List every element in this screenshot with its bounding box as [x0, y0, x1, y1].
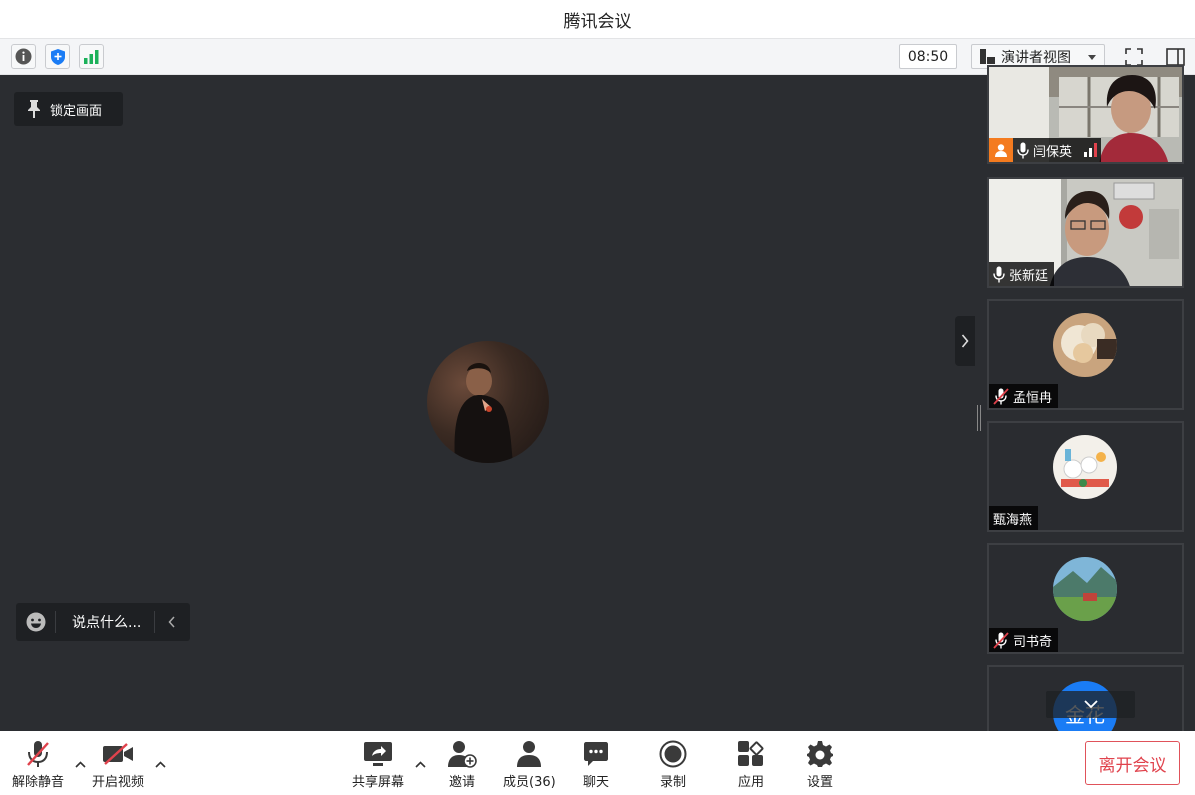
- chevron-up-icon: [154, 760, 166, 768]
- host-badge: [989, 138, 1013, 162]
- chat-input[interactable]: 说点什么...: [56, 612, 154, 632]
- presenter-avatar: [427, 341, 549, 463]
- participant-tile[interactable]: 张新廷: [987, 177, 1184, 288]
- lock-view-button[interactable]: 锁定画面: [14, 92, 123, 126]
- quick-chat-bar[interactable]: 说点什么...: [16, 603, 190, 641]
- scroll-more-button[interactable]: [1046, 691, 1135, 718]
- chevron-down-icon: [1083, 700, 1098, 709]
- participant-name: 甄海燕: [993, 512, 1033, 528]
- shield-icon: [50, 48, 65, 65]
- sidestrip-collapse-button[interactable]: [955, 316, 975, 366]
- microphone-muted-icon: [25, 739, 51, 769]
- share-screen-label: 共享屏幕: [352, 775, 405, 790]
- members-icon: [516, 739, 542, 769]
- meeting-control-bar: 解除静音 开启视频 共享屏幕 邀请 成员(36) 聊天 录制 应用 设置 离开会…: [0, 731, 1195, 795]
- participant-avatar: [1053, 313, 1117, 377]
- participant-name: 闫保英: [1033, 144, 1073, 160]
- microphone-muted-icon: [993, 387, 1009, 405]
- security-button[interactable]: [45, 44, 70, 69]
- participant-name-tag: 司书奇: [989, 628, 1059, 652]
- participant-name-tag: 孟恒冉: [989, 384, 1059, 408]
- settings-button[interactable]: 设置: [806, 739, 834, 790]
- emoji-icon: [26, 612, 45, 632]
- start-video-button[interactable]: 开启视频: [92, 739, 144, 790]
- audio-options-button[interactable]: [74, 758, 86, 770]
- leave-meeting-button[interactable]: 离开会议: [1085, 741, 1180, 785]
- participant-avatar: [1053, 557, 1117, 621]
- lock-view-label: 锁定画面: [50, 103, 103, 119]
- record-button[interactable]: 录制: [659, 739, 687, 790]
- chevron-up-icon: [414, 760, 426, 768]
- participant-name-tag: 甄海燕: [989, 506, 1039, 530]
- participant-name-tag: 闫保英: [989, 138, 1102, 162]
- participant-tile[interactable]: 甄海燕: [987, 421, 1184, 532]
- user-icon: [995, 144, 1007, 157]
- chat-icon: [583, 739, 609, 769]
- participant-name: 司书奇: [1013, 634, 1053, 650]
- layout-icon: [980, 49, 995, 64]
- unmute-label: 解除静音: [12, 775, 65, 790]
- emoji-button[interactable]: [16, 611, 56, 633]
- record-icon: [659, 739, 687, 769]
- invite-label: 邀请: [448, 775, 475, 790]
- record-label: 录制: [659, 775, 686, 790]
- view-mode-label: 演讲者视图: [1001, 49, 1071, 66]
- members-button[interactable]: 成员(36): [503, 739, 556, 790]
- pin-icon: [28, 100, 40, 118]
- title-bar: 腾讯会议: [0, 0, 1195, 38]
- participant-tile[interactable]: 孟恒冉: [987, 299, 1184, 410]
- microphone-icon: [1017, 142, 1029, 158]
- meeting-info-button[interactable]: [11, 44, 36, 69]
- fullscreen-icon: [1124, 47, 1143, 66]
- participant-tile[interactable]: 司书奇: [987, 543, 1184, 654]
- info-icon: [15, 48, 32, 65]
- participant-tile[interactable]: 闫保英: [987, 65, 1184, 164]
- network-status-button[interactable]: [79, 44, 104, 69]
- invite-button[interactable]: 邀请: [447, 739, 477, 790]
- members-label: 成员(36): [503, 775, 556, 790]
- share-options-button[interactable]: [414, 758, 426, 770]
- network-signal-icon: [1084, 143, 1098, 157]
- chevron-down-icon: [1088, 55, 1096, 60]
- microphone-muted-icon: [993, 631, 1009, 649]
- settings-label: 设置: [806, 775, 833, 790]
- microphone-icon: [993, 266, 1005, 282]
- share-screen-icon: [363, 739, 393, 769]
- add-user-icon: [447, 739, 477, 769]
- gear-icon: [806, 739, 834, 769]
- window-title: 腾讯会议: [563, 11, 632, 32]
- main-video-stage[interactable]: 锁定画面 说点什么...: [0, 75, 975, 731]
- chevron-right-icon: [961, 334, 969, 348]
- chevron-left-icon: [167, 616, 175, 628]
- share-screen-button[interactable]: 共享屏幕: [352, 739, 404, 790]
- participant-name: 张新廷: [1009, 268, 1049, 284]
- resize-handle[interactable]: [977, 405, 983, 431]
- chevron-up-icon: [74, 760, 86, 768]
- chat-label: 聊天: [583, 775, 610, 790]
- participant-name-tag: 张新廷: [989, 262, 1055, 286]
- meeting-timer: 08:50: [899, 44, 957, 69]
- apps-icon: [737, 739, 765, 769]
- chat-button[interactable]: 聊天: [583, 739, 609, 790]
- video-off-icon: [102, 739, 134, 769]
- unmute-button[interactable]: 解除静音: [12, 739, 64, 790]
- apps-button[interactable]: 应用: [737, 739, 765, 790]
- sidebar-panel-icon: [1166, 47, 1185, 66]
- apps-label: 应用: [737, 775, 764, 790]
- start-video-label: 开启视频: [92, 775, 145, 790]
- participant-avatar: [1053, 435, 1117, 499]
- participant-name: 孟恒冉: [1013, 390, 1053, 406]
- signal-strength-icon: [84, 50, 99, 64]
- video-options-button[interactable]: [154, 758, 166, 770]
- chat-collapse-button[interactable]: [154, 611, 188, 633]
